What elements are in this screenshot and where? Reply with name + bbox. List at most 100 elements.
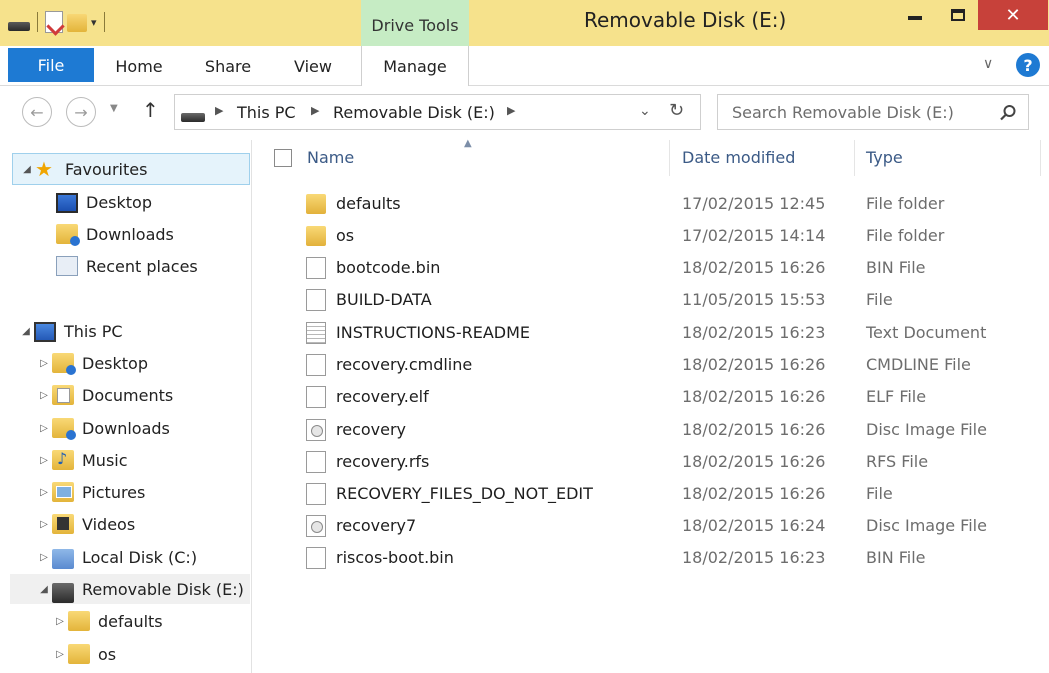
sort-ascending-icon: ▲	[464, 138, 472, 149]
search-input[interactable]: Search Removable Disk (E:)	[732, 103, 954, 122]
breadcrumb-arrow-icon[interactable]: ▶	[311, 104, 319, 117]
column-divider[interactable]	[1040, 140, 1041, 176]
drive-tools-context-label: Drive Tools	[361, 0, 469, 46]
folder-icon	[306, 194, 326, 214]
expand-arrow-icon[interactable]: ▷	[38, 552, 50, 563]
file-type: File	[866, 290, 893, 309]
up-button[interactable]: ↑	[142, 98, 159, 122]
file-row[interactable]: recovery.elf 18/02/2015 16:26 ELF File	[253, 381, 1049, 413]
recent-locations-dropdown-icon[interactable]: ▼	[110, 103, 118, 114]
maximize-button[interactable]	[938, 0, 978, 30]
properties-icon[interactable]	[45, 11, 63, 33]
drive-icon	[8, 21, 30, 31]
file-type: RFS File	[866, 452, 929, 471]
customize-toolbar-dropdown-icon[interactable]: ▾	[91, 16, 97, 29]
expand-arrow-icon[interactable]: ▷	[38, 455, 50, 466]
file-icon	[306, 547, 326, 569]
search-box[interactable]: Search Removable Disk (E:)	[717, 94, 1029, 130]
expand-arrow-icon[interactable]: ▷	[54, 649, 66, 660]
back-button[interactable]: ←	[22, 97, 52, 127]
file-date: 18/02/2015 16:26	[682, 420, 826, 439]
local-disk-icon	[52, 549, 74, 569]
nav-item-music[interactable]: ▷ Music	[38, 445, 128, 475]
nav-item-fav-desktop[interactable]: Desktop	[56, 187, 152, 217]
title-bar: ▾ Drive Tools Removable Disk (E:) ✕	[0, 0, 1049, 46]
refresh-icon[interactable]: ↻	[669, 100, 684, 121]
file-name: os	[336, 226, 355, 245]
select-all-checkbox[interactable]	[274, 149, 292, 167]
file-row[interactable]: recovery7 18/02/2015 16:24 Disc Image Fi…	[253, 510, 1049, 542]
folder-icon	[306, 226, 326, 246]
nav-favourites-label: Favourites	[65, 159, 148, 179]
collapse-arrow-icon[interactable]: ◢	[38, 584, 50, 595]
collapse-arrow-icon[interactable]: ◢	[20, 326, 32, 337]
nav-this-pc[interactable]: ◢ This PC	[20, 316, 123, 346]
nav-item-pictures[interactable]: ▷ Pictures	[38, 477, 145, 507]
file-row[interactable]: recovery.rfs 18/02/2015 16:26 RFS File	[253, 446, 1049, 478]
column-divider[interactable]	[854, 140, 855, 176]
address-bar[interactable]: ▶ This PC ▶ Removable Disk (E:) ▶ ⌄ ↻	[174, 94, 701, 130]
tab-file[interactable]: File	[8, 48, 94, 82]
breadcrumb-this-pc[interactable]: This PC	[237, 103, 296, 122]
expand-arrow-icon[interactable]: ▷	[38, 390, 50, 401]
file-row[interactable]: BUILD-DATA 11/05/2015 15:53 File	[253, 284, 1049, 316]
tab-manage[interactable]: Manage	[361, 46, 469, 86]
minimize-button[interactable]	[895, 0, 935, 30]
file-date: 18/02/2015 16:26	[682, 484, 826, 503]
breadcrumb-removable-disk[interactable]: Removable Disk (E:)	[333, 103, 495, 122]
expand-ribbon-chevron-icon[interactable]: ∨	[983, 56, 993, 72]
search-icon[interactable]	[998, 103, 1018, 123]
nav-item-documents[interactable]: ▷ Documents	[38, 380, 173, 410]
file-date: 18/02/2015 16:26	[682, 452, 826, 471]
nav-item-os[interactable]: ▷ os	[54, 639, 116, 669]
nav-item-local-disk[interactable]: ▷ Local Disk (C:)	[38, 542, 197, 572]
file-date: 17/02/2015 14:14	[682, 226, 826, 245]
nav-item-label: os	[98, 644, 117, 664]
recent-places-icon	[56, 256, 78, 276]
nav-item-videos[interactable]: ▷ Videos	[38, 509, 135, 539]
column-header-type[interactable]: Type	[866, 148, 903, 167]
expand-arrow-icon[interactable]: ▷	[38, 423, 50, 434]
nav-item-fav-downloads[interactable]: Downloads	[56, 219, 174, 249]
column-header-name[interactable]: Name	[307, 148, 354, 167]
nav-favourites[interactable]: ◢ ★ Favourites	[12, 153, 250, 185]
tab-view[interactable]: View	[282, 46, 344, 86]
collapse-arrow-icon[interactable]: ◢	[21, 164, 33, 175]
file-icon	[306, 354, 326, 376]
tab-home[interactable]: Home	[104, 46, 174, 86]
file-row[interactable]: bootcode.bin 18/02/2015 16:26 BIN File	[253, 252, 1049, 284]
nav-item-defaults[interactable]: ▷ defaults	[54, 606, 163, 636]
nav-item-removable-disk[interactable]: ◢ Removable Disk (E:)	[10, 574, 250, 604]
address-history-dropdown-icon[interactable]: ⌄	[639, 103, 651, 119]
removable-disk-icon	[52, 583, 74, 603]
nav-item-recent-places[interactable]: Recent places	[56, 251, 198, 281]
breadcrumb-arrow-icon[interactable]: ▶	[215, 104, 223, 117]
close-button[interactable]: ✕	[978, 0, 1048, 30]
file-row[interactable]: RECOVERY_FILES_DO_NOT_EDIT 18/02/2015 16…	[253, 478, 1049, 510]
nav-item-downloads[interactable]: ▷ Downloads	[38, 413, 170, 443]
file-row[interactable]: recovery.cmdline 18/02/2015 16:26 CMDLIN…	[253, 349, 1049, 381]
file-row[interactable]: riscos-boot.bin 18/02/2015 16:23 BIN Fil…	[253, 542, 1049, 574]
nav-item-desktop[interactable]: ▷ Desktop	[38, 348, 148, 378]
help-icon[interactable]: ?	[1016, 53, 1040, 77]
downloads-folder-icon	[52, 418, 76, 440]
forward-button[interactable]: →	[66, 97, 96, 127]
new-folder-icon[interactable]	[67, 14, 87, 32]
column-header-date-modified[interactable]: Date modified	[682, 148, 795, 167]
expand-arrow-icon[interactable]: ▷	[38, 487, 50, 498]
expand-arrow-icon[interactable]: ▷	[38, 358, 50, 369]
expand-arrow-icon[interactable]: ▷	[38, 519, 50, 530]
breadcrumb-arrow-icon[interactable]: ▶	[507, 104, 515, 117]
column-divider[interactable]	[669, 140, 670, 176]
expand-arrow-icon[interactable]: ▷	[54, 616, 66, 627]
tab-share[interactable]: Share	[192, 46, 264, 86]
star-icon: ★	[35, 157, 53, 181]
file-row[interactable]: INSTRUCTIONS-README 18/02/2015 16:23 Tex…	[253, 317, 1049, 349]
file-row[interactable]: recovery 18/02/2015 16:26 Disc Image Fil…	[253, 414, 1049, 446]
file-name: INSTRUCTIONS-README	[336, 323, 531, 342]
file-row[interactable]: defaults 17/02/2015 12:45 File folder	[253, 188, 1049, 220]
file-row[interactable]: os 17/02/2015 14:14 File folder	[253, 220, 1049, 252]
file-date: 18/02/2015 16:26	[682, 258, 826, 277]
file-icon	[306, 289, 326, 311]
nav-item-label: Local Disk (C:)	[82, 547, 198, 567]
